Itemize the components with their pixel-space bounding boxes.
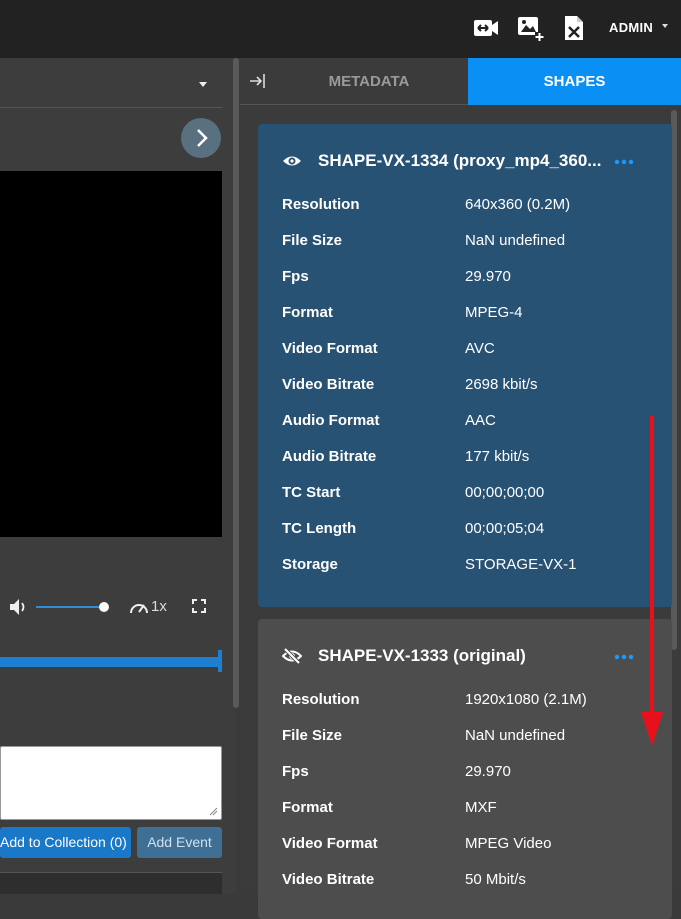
annotation-arrow-head	[641, 712, 663, 746]
eye-icon[interactable]	[282, 153, 302, 169]
shape-field-value: 50 Mbit/s	[465, 871, 526, 888]
add-image-icon[interactable]	[516, 14, 544, 42]
volume-slider-handle[interactable]	[99, 602, 109, 612]
shape-field-value: 1920x1080 (2.1M)	[465, 691, 587, 708]
shape-title: SHAPE-VX-1334 (proxy_mp4_360...	[318, 151, 602, 170]
dropdown-caret-icon[interactable]	[199, 82, 207, 87]
video-swap-icon[interactable]	[472, 14, 500, 42]
shape-field-value: STORAGE-VX-1	[465, 556, 577, 573]
volume-slider-track[interactable]	[36, 606, 104, 608]
left-footer	[0, 872, 222, 894]
details-tabs: METADATA SHAPES	[240, 58, 681, 105]
shape-field-label: File Size	[282, 232, 343, 249]
annotation-arrow-line	[650, 416, 654, 718]
shape-field-label: Resolution	[282, 196, 360, 213]
shape-field-label: Audio Bitrate	[282, 448, 377, 465]
comment-textarea[interactable]	[0, 746, 222, 820]
more-options-icon[interactable]	[614, 159, 634, 165]
shape-field-label: Storage	[282, 556, 338, 573]
more-options-icon[interactable]	[614, 654, 634, 660]
shape-field-label: Video Bitrate	[282, 376, 375, 393]
shape-field-value: 00;00;05;04	[465, 520, 545, 537]
player-panel: 1x Add to Collection (0) Add Event	[0, 58, 236, 894]
shape-field-value: NaN undefined	[465, 232, 566, 249]
add-to-collection-button[interactable]: Add to Collection (0)	[0, 827, 131, 858]
chevron-down-icon[interactable]	[662, 24, 668, 28]
shape-field-label: Video Format	[282, 340, 378, 357]
shape-field-label: Fps	[282, 763, 309, 780]
volume-icon[interactable]	[8, 597, 30, 617]
shape-field-value: AAC	[465, 412, 496, 429]
shape-field-label: Format	[282, 799, 333, 816]
left-scrollbar[interactable]	[233, 58, 239, 708]
shape-card: SHAPE-VX-1334 (proxy_mp4_360... Resoluti…	[258, 124, 672, 607]
shape-field-label: File Size	[282, 727, 343, 744]
tab-shapes[interactable]: SHAPES	[468, 58, 681, 105]
shape-field-value: 00;00;00;00	[465, 484, 545, 501]
shape-field-value: 2698 kbit/s	[465, 376, 538, 393]
shape-field-value: 640x360 (0.2M)	[465, 196, 571, 213]
video-viewport[interactable]	[0, 171, 222, 537]
user-menu-label[interactable]: ADMIN	[609, 20, 653, 35]
version-dropdown[interactable]	[0, 58, 222, 108]
delete-file-icon[interactable]	[560, 14, 588, 42]
timeline-handle[interactable]	[218, 650, 222, 672]
shape-field-value: MPEG-4	[465, 304, 523, 321]
shape-card: SHAPE-VX-1333 (original) Resolution 1920…	[258, 619, 672, 919]
shape-field-label: Fps	[282, 268, 309, 285]
next-item-button[interactable]	[181, 118, 221, 158]
shape-field-label: TC Length	[282, 520, 357, 537]
top-bar: ADMIN	[0, 0, 681, 58]
shape-field-value: 29.970	[465, 268, 511, 285]
shape-field-label: Format	[282, 304, 333, 321]
chevron-right-icon	[197, 129, 208, 147]
shape-field-label: Video Format	[282, 835, 378, 852]
timeline-progress-bar[interactable]	[0, 657, 222, 667]
shape-field-label: TC Start	[282, 484, 341, 501]
shape-title: SHAPE-VX-1333 (original)	[318, 646, 526, 665]
playback-speed-label[interactable]: 1x	[151, 598, 167, 615]
shape-field-value: NaN undefined	[465, 727, 566, 744]
speed-gauge-icon[interactable]	[128, 597, 150, 617]
shape-field-label: Resolution	[282, 691, 360, 708]
shape-field-label: Video Bitrate	[282, 871, 375, 888]
shape-field-label: Audio Format	[282, 412, 380, 429]
shape-field-value: AVC	[465, 340, 495, 357]
eye-off-icon[interactable]	[282, 648, 302, 664]
add-event-button[interactable]: Add Event	[137, 827, 222, 858]
shape-field-value: 177 kbit/s	[465, 448, 530, 465]
collapse-panel-icon[interactable]	[248, 71, 268, 91]
shape-field-value: MPEG Video	[465, 835, 552, 852]
shape-field-value: MXF	[465, 799, 497, 816]
tab-metadata[interactable]: METADATA	[270, 58, 468, 105]
shape-field-value: 29.970	[465, 763, 511, 780]
fullscreen-icon[interactable]	[191, 598, 207, 614]
resize-handle-icon[interactable]	[209, 807, 218, 816]
